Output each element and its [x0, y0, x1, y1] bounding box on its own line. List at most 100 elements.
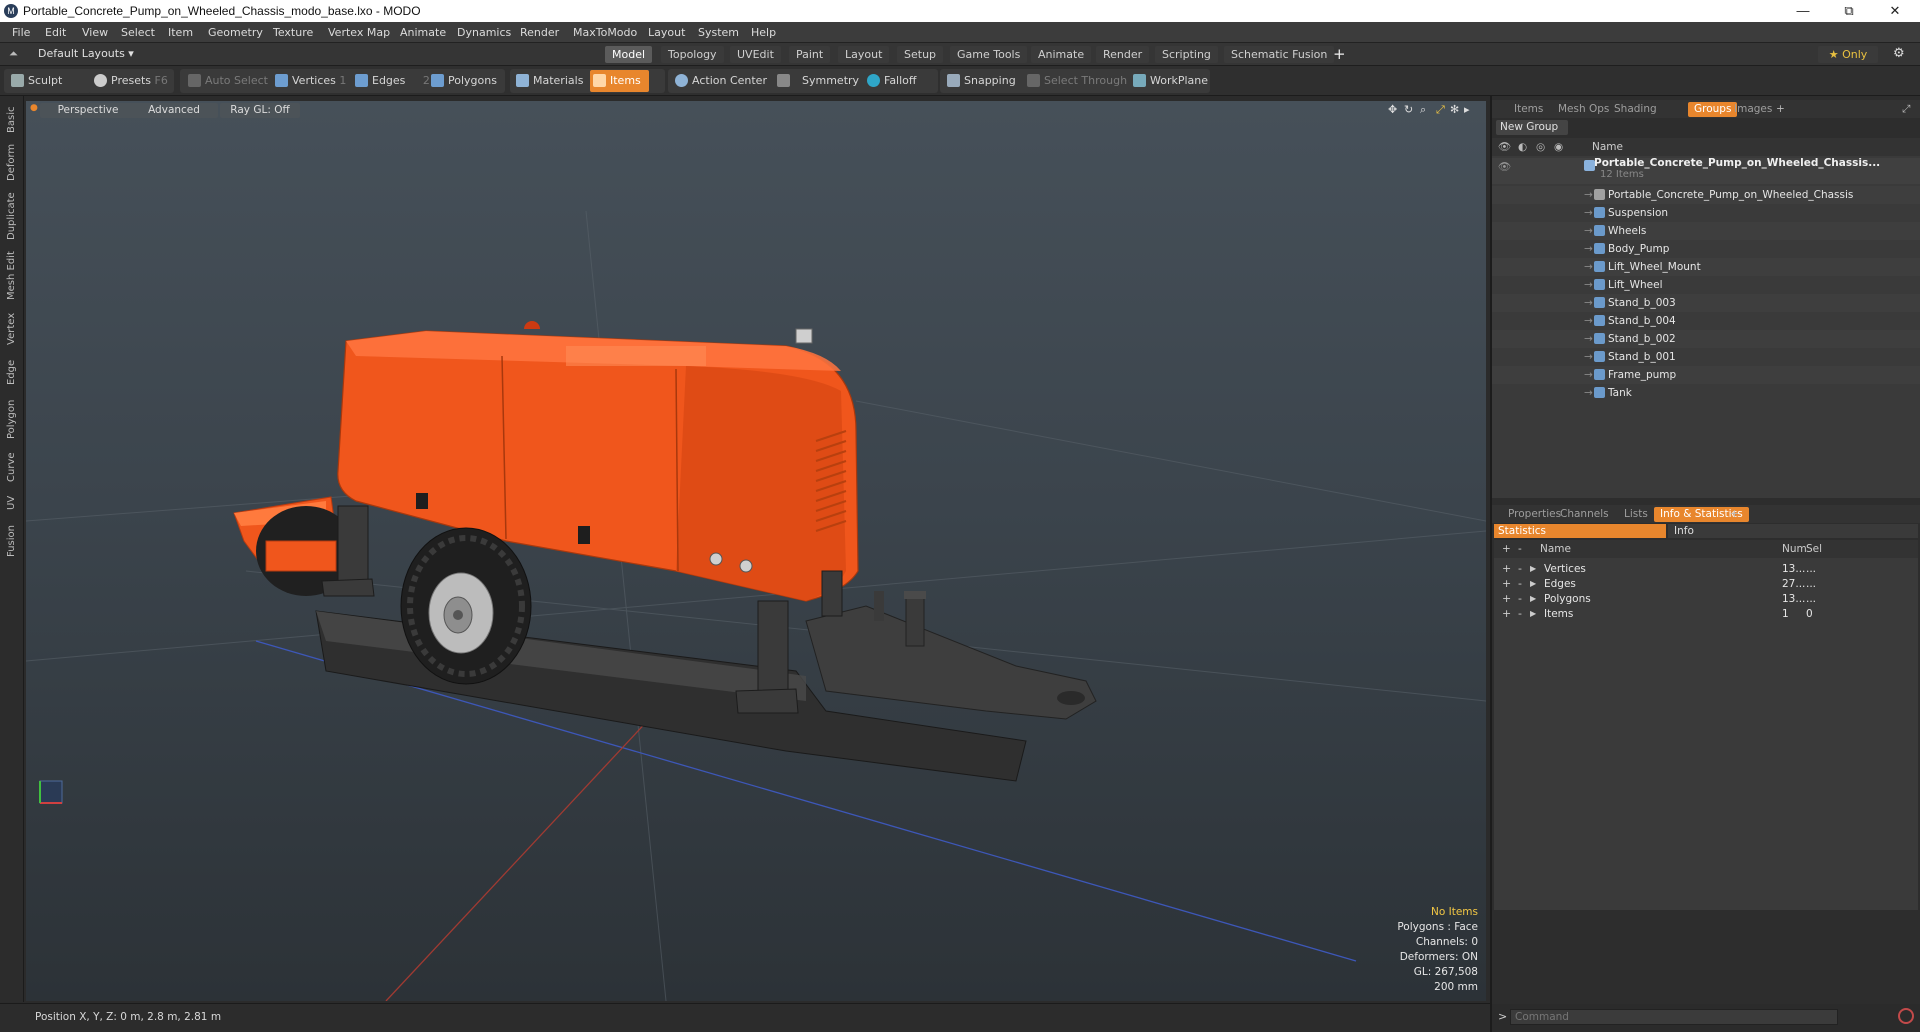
action-center-button[interactable]: Action Center [672, 70, 767, 92]
group-item-row[interactable]: → Suspension [1492, 204, 1920, 222]
tab-animate[interactable]: Animate [1031, 46, 1092, 63]
layout-selector[interactable]: Default Layouts ▾ [38, 47, 134, 60]
tab-shading[interactable]: Shading [1608, 102, 1663, 117]
vtab-vertex[interactable]: Vertex [3, 310, 21, 348]
tab-lists[interactable]: Lists [1618, 507, 1654, 522]
only-toggle[interactable]: ★ Only [1818, 46, 1878, 63]
collapse-row-icon[interactable]: - [1518, 605, 1522, 623]
group-item-row[interactable]: → Portable_Concrete_Pump_on_Wheeled_Chass… [1492, 186, 1920, 204]
tab-render[interactable]: Render [1096, 46, 1150, 63]
group-item-row[interactable]: → Lift_Wheel_Mount [1492, 258, 1920, 276]
menu-animate[interactable]: Animate [400, 26, 446, 39]
tab-setup[interactable]: Setup [897, 46, 944, 63]
symmetry-button[interactable]: Symmetry [774, 70, 859, 92]
tab-mesh-ops[interactable]: Mesh Ops [1552, 102, 1615, 117]
command-input[interactable] [1510, 1009, 1838, 1025]
snapping-button[interactable]: Snapping [944, 70, 1016, 92]
viewport-menu-icon[interactable]: ● [30, 103, 38, 113]
layout-collapse-icon[interactable]: ⏶ [9, 47, 18, 61]
rotate-icon[interactable]: ↻ [1404, 103, 1413, 116]
panel-expand-icon[interactable]: ⤢ [1896, 102, 1916, 117]
menu-item[interactable]: Item [168, 26, 193, 39]
tab-scripting[interactable]: Scripting [1155, 46, 1218, 63]
presets-button[interactable]: Presets F6 [91, 70, 168, 92]
add-panel-tab-button[interactable]: + [1770, 102, 1791, 117]
edges-button[interactable]: Edges 2 [352, 70, 430, 92]
group-item-row[interactable]: → Frame_pump [1492, 366, 1920, 384]
tab-paint[interactable]: Paint [789, 46, 831, 63]
falloff-button[interactable]: Falloff [864, 70, 916, 92]
stats-row[interactable]: + - ▶ Items 1 0 [1494, 605, 1918, 623]
vertices-button[interactable]: Vertices 1 [272, 70, 346, 92]
tab-items[interactable]: Items [1508, 102, 1549, 117]
vtab-curve[interactable]: Curve [3, 450, 21, 484]
advanced-dropdown[interactable]: Advanced [130, 103, 218, 118]
vtab-deform[interactable]: Deform [3, 142, 21, 182]
visibility-eye-icon[interactable]: 👁 [1498, 158, 1511, 176]
tab-model[interactable]: Model [605, 46, 653, 63]
tab-topology[interactable]: Topology [661, 46, 724, 63]
menu-geometry[interactable]: Geometry [208, 26, 263, 39]
vtab-polygon[interactable]: Polygon [3, 396, 21, 442]
group-root-row[interactable]: 👁 Portable_Concrete_Pump_on_Wheeled_Chas… [1492, 157, 1920, 184]
new-group-button[interactable]: New Group [1496, 120, 1568, 135]
pan-icon[interactable]: ✥ [1388, 103, 1397, 116]
workplane-button[interactable]: WorkPlane [1130, 70, 1208, 92]
vtab-basic[interactable]: Basic [3, 104, 21, 136]
subtab-info[interactable]: Info [1668, 524, 1918, 538]
menu-maxtomodo[interactable]: MaxToModo [573, 26, 637, 39]
auto-select-button[interactable]: Auto Select [185, 70, 268, 92]
menu-layout[interactable]: Layout [648, 26, 685, 39]
add-stats-tab-button[interactable]: + [1724, 507, 1745, 522]
add-tab-button[interactable]: + [1333, 45, 1346, 63]
menu-render[interactable]: Render [520, 26, 559, 39]
polygons-button[interactable]: Polygons [428, 70, 497, 92]
record-icon[interactable] [1898, 1008, 1914, 1024]
raygl-dropdown[interactable]: Ray GL: Off [220, 103, 300, 118]
menu-texture[interactable]: Texture [273, 26, 313, 39]
vtab-edge[interactable]: Edge [3, 356, 21, 388]
maximize-button[interactable]: ⧉ [1826, 0, 1872, 22]
menu-select[interactable]: Select [121, 26, 155, 39]
sculpt-button[interactable]: Sculpt [8, 70, 62, 92]
tab-uvedit[interactable]: UVEdit [730, 46, 781, 63]
minimize-button[interactable]: — [1780, 0, 1826, 22]
group-item-row[interactable]: → Wheels [1492, 222, 1920, 240]
tab-game-tools[interactable]: Game Tools [950, 46, 1028, 63]
group-item-row[interactable]: → Stand_b_003 [1492, 294, 1920, 312]
menu-dynamics[interactable]: Dynamics [457, 26, 511, 39]
subtab-statistics[interactable]: Statistics [1494, 524, 1666, 538]
perspective-dropdown[interactable]: Perspective [40, 103, 136, 118]
vtab-duplicate[interactable]: Duplicate [3, 190, 21, 242]
close-button[interactable]: ✕ [1872, 0, 1918, 22]
menu-help[interactable]: Help [751, 26, 776, 39]
expand-arrow-icon[interactable]: ▸ [1464, 103, 1470, 116]
vtab-uv[interactable]: UV [3, 492, 21, 514]
menu-view[interactable]: View [82, 26, 108, 39]
expand-row-icon[interactable]: + [1502, 605, 1511, 623]
materials-button[interactable]: Materials [513, 70, 583, 92]
collapse-all-icon[interactable]: - [1518, 540, 1522, 558]
vtab-mesh-edit[interactable]: Mesh Edit [3, 250, 21, 302]
group-item-row[interactable]: → Body_Pump [1492, 240, 1920, 258]
tab-layout[interactable]: Layout [838, 46, 890, 63]
group-item-row[interactable]: → Stand_b_002 [1492, 330, 1920, 348]
menu-edit[interactable]: Edit [45, 26, 66, 39]
select-through-button[interactable]: Select Through [1024, 70, 1127, 92]
gear-icon[interactable]: ⚙ [1893, 46, 1905, 61]
settings-icon[interactable]: ✻ [1450, 103, 1459, 116]
items-button[interactable]: Items [590, 70, 649, 92]
group-item-row[interactable]: → Tank [1492, 384, 1920, 402]
tab-schematic-fusion[interactable]: Schematic Fusion [1224, 46, 1335, 63]
group-item-row[interactable]: → Lift_Wheel [1492, 276, 1920, 294]
menu-file[interactable]: File [12, 26, 30, 39]
vtab-fusion[interactable]: Fusion [3, 522, 21, 560]
group-item-row[interactable]: → Stand_b_001 [1492, 348, 1920, 366]
menu-vertex-map[interactable]: Vertex Map [328, 26, 390, 39]
menu-system[interactable]: System [698, 26, 739, 39]
expand-all-icon[interactable]: + [1502, 540, 1511, 558]
3d-viewport[interactable]: No Items Polygons : Face Channels: 0 Def… [26, 101, 1486, 1001]
fit-icon[interactable]: ⤢ [1436, 103, 1445, 117]
tab-channels[interactable]: Channels [1554, 507, 1615, 522]
zoom-icon[interactable]: ⌕ [1420, 103, 1426, 117]
